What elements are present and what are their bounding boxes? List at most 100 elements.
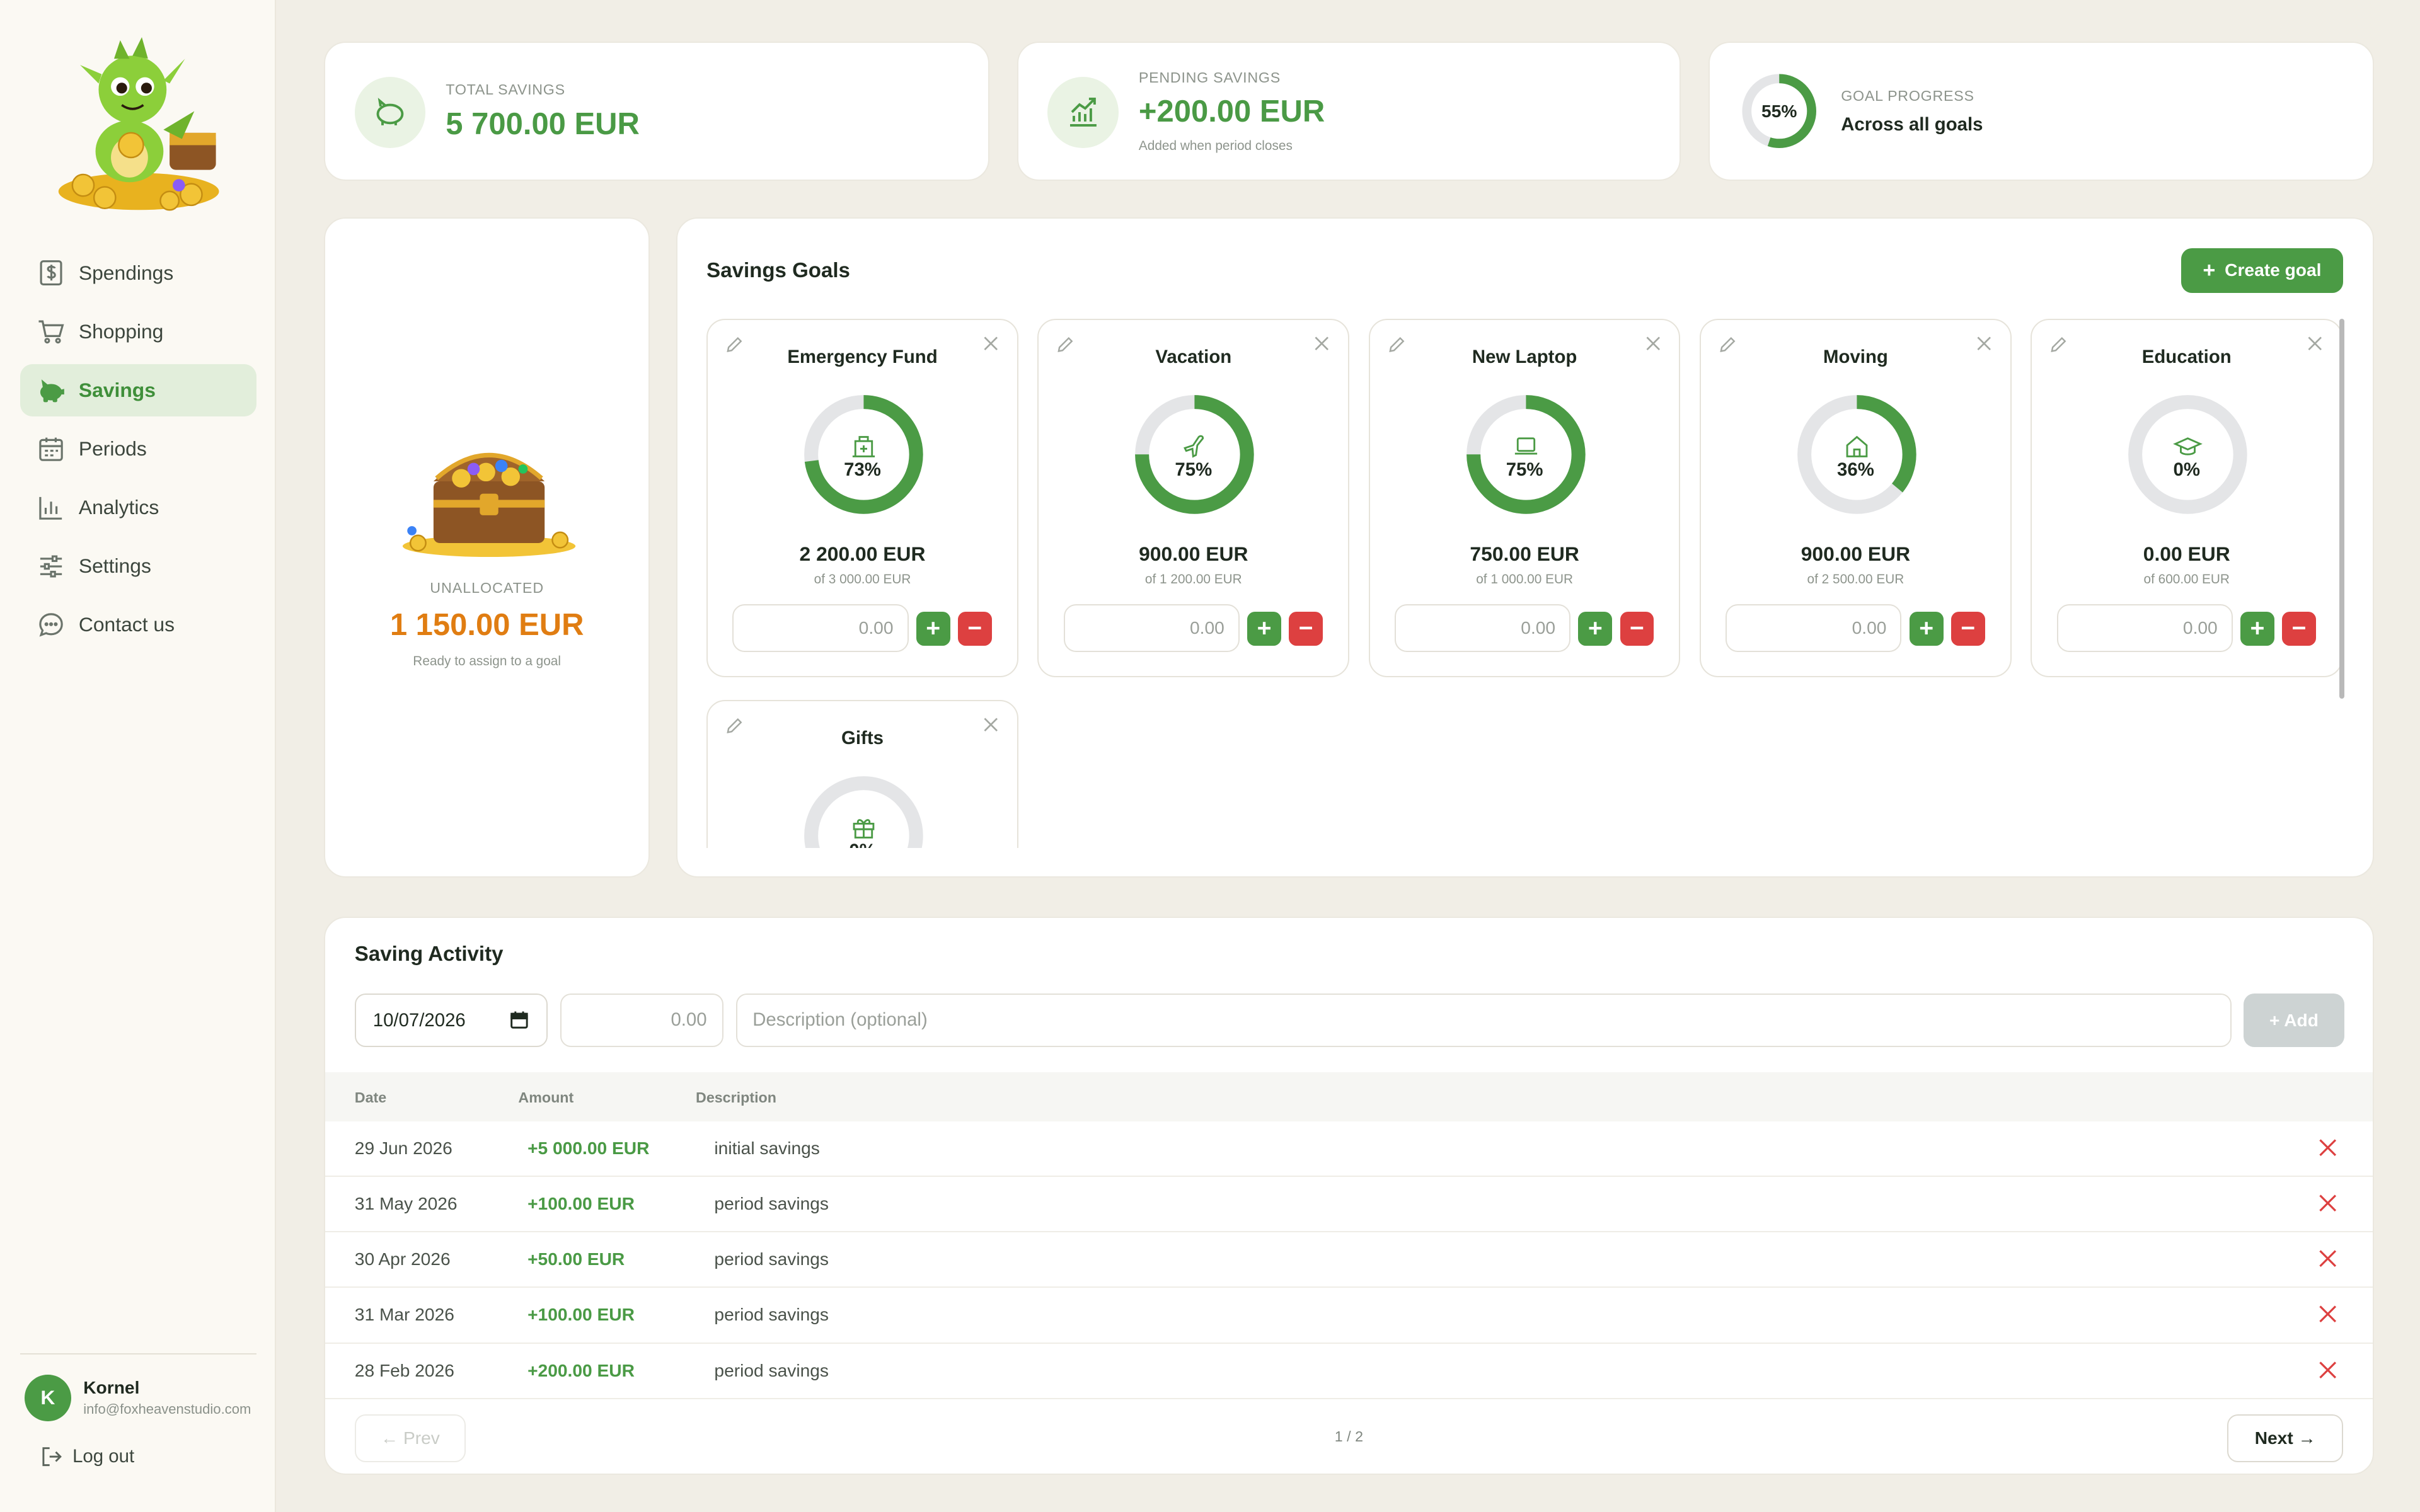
goal-amount-input[interactable]: 0.00 (1063, 604, 1240, 652)
delete-icon[interactable] (2319, 1361, 2337, 1379)
savings-goals-card: Savings Goals + Create goal Emergency Fu… (676, 217, 2374, 878)
sliders-icon (40, 555, 62, 578)
goal-progress-percent: 55% (1761, 101, 1797, 122)
sidebar-item-label: Periods (78, 437, 147, 461)
piggy-bank-icon (40, 379, 64, 402)
unallocated-value: 1 150.00 EUR (389, 608, 584, 643)
sidebar-item-contact-us[interactable]: Contact us (20, 598, 256, 651)
goal-remove-button[interactable]: − (1620, 612, 1654, 646)
column-header-amount: Amount (518, 1089, 574, 1106)
goal-card: New Laptop 75% 750.00 EUR of 1 000.00 EU… (1368, 319, 1681, 677)
delete-icon[interactable] (2319, 1305, 2337, 1323)
sidebar-item-savings[interactable]: Savings (20, 364, 256, 417)
goal-remove-button[interactable]: − (2282, 612, 2317, 646)
dollar-icon (40, 260, 62, 286)
goal-amount-input[interactable]: 0.00 (732, 604, 909, 652)
dragon-mascot-logo (59, 37, 219, 211)
goal-remove-button[interactable]: − (957, 612, 992, 646)
goal-add-button[interactable]: + (1909, 612, 1944, 646)
create-goal-button[interactable]: + Create goal (2181, 248, 2344, 293)
delete-icon[interactable] (2319, 1249, 2337, 1268)
goal-amount-input[interactable]: 0.00 (2056, 604, 2233, 652)
table-row: 28 Feb 2026 +200.00 EUR period savings (325, 1344, 2373, 1399)
add-saving-button[interactable]: + Add (2244, 993, 2344, 1048)
goal-remove-button[interactable]: − (1950, 612, 1985, 646)
goal-add-button[interactable]: + (916, 612, 950, 646)
sidebar-item-analytics[interactable]: Analytics (20, 481, 256, 534)
delete-icon[interactable] (2319, 1194, 2337, 1212)
gift-icon (853, 819, 875, 839)
first-aid-icon (852, 436, 875, 458)
row-date: 31 Mar 2026 (354, 1305, 454, 1325)
goal-name: New Laptop (1472, 346, 1577, 368)
logout-icon (42, 1446, 62, 1466)
goal-add-button[interactable]: + (2240, 612, 2274, 646)
unallocated-note: Ready to assign to a goal (413, 653, 561, 668)
total-savings-value: 5 700.00 EUR (446, 106, 640, 141)
calendar-icon (39, 437, 63, 461)
column-header-description: Description (696, 1089, 776, 1106)
sidebar-item-periods[interactable]: Periods (20, 423, 256, 475)
goal-amount-input[interactable]: 0.00 (1726, 604, 1902, 652)
saving-activity-title: Saving Activity (354, 942, 504, 966)
plus-icon: + (1587, 615, 1603, 643)
avatar: K (25, 1375, 71, 1421)
sidebar-item-shopping[interactable]: Shopping (20, 306, 256, 358)
minus-icon: − (1298, 615, 1313, 643)
create-goal-label: Create goal (2225, 260, 2322, 280)
pending-savings-card: Pending savings +200.00 EUR Added when p… (1017, 42, 1681, 181)
logout-button[interactable]: Log out (40, 1446, 134, 1467)
activity-table-header: Date Amount Description (325, 1072, 2373, 1121)
cart-icon (38, 320, 64, 344)
sidebar-item-settings[interactable]: Settings (20, 540, 256, 592)
total-savings-icon-badge (354, 76, 426, 148)
goal-percent: 0% (708, 840, 1017, 849)
goal-amount-input[interactable]: 0.00 (1394, 604, 1571, 652)
user-profile[interactable]: K Kornel info@foxheavenstudio.com (25, 1375, 251, 1421)
sidebar-item-label: Settings (78, 554, 151, 578)
description-input[interactable]: Description (optional) (735, 993, 2232, 1048)
goal-target: of 1 200.00 EUR (1144, 571, 1242, 587)
pending-savings-value: +200.00 EUR (1138, 94, 1325, 129)
amount-input[interactable]: 0.00 (560, 993, 724, 1048)
goals-scrollbar[interactable] (2339, 319, 2344, 699)
goal-add-button[interactable]: + (1578, 612, 1613, 646)
goal-name: Gifts (841, 727, 884, 748)
delete-icon[interactable] (2319, 1138, 2337, 1157)
sidebar-divider (20, 1353, 256, 1355)
minus-icon: − (2291, 615, 2307, 643)
row-description: period savings (714, 1194, 829, 1214)
goal-remove-button[interactable]: − (1289, 612, 1323, 646)
goal-card: Emergency Fund 73% 2 200.00 EUR of 3 000… (706, 319, 1018, 677)
goal-card: Gifts 0% + − (706, 700, 1018, 849)
goal-add-button[interactable]: + (1247, 612, 1281, 646)
sidebar-item-label: Shopping (78, 320, 164, 343)
plane-icon (1184, 435, 1204, 458)
table-row: 29 Jun 2026 +5 000.00 EUR initial saving… (325, 1121, 2373, 1177)
row-amount: +200.00 EUR (527, 1360, 635, 1380)
goal-target: of 600.00 EUR (2143, 571, 2230, 587)
goal-name: Education (2141, 346, 2232, 368)
row-date: 28 Feb 2026 (354, 1360, 454, 1380)
sidebar-item-label: Savings (78, 379, 156, 402)
sidebar-item-spendings[interactable]: Spendings (20, 247, 256, 299)
row-description: initial savings (714, 1138, 820, 1158)
table-row: 30 Apr 2026 +50.00 EUR period savings (325, 1232, 2373, 1288)
goal-amount: 0.00 EUR (2143, 542, 2230, 566)
trend-up-icon (1069, 98, 1097, 127)
row-amount: +100.00 EUR (527, 1305, 635, 1325)
calendar-icon[interactable] (509, 1010, 529, 1030)
goal-amount: 900.00 EUR (1139, 542, 1248, 566)
unallocated-card: UNALLOCATED 1 150.00 EUR Ready to assign… (324, 217, 650, 878)
goal-amount: 750.00 EUR (1470, 542, 1579, 566)
goal-name: Vacation (1155, 346, 1232, 368)
goal-progress-card: 55% Goal progress Across all goals (1708, 42, 2374, 181)
sidebar-item-label: Contact us (78, 613, 175, 636)
home-icon (1846, 435, 1868, 458)
piggy-bank-icon (376, 98, 404, 126)
goal-percent: 0% (2173, 459, 2200, 480)
date-input[interactable]: 10/07/2026 (354, 993, 548, 1048)
row-amount: +5 000.00 EUR (527, 1138, 650, 1158)
saving-activity-card: Saving Activity 10/07/2026 0.00 Descript… (324, 916, 2374, 1475)
next-page-button[interactable]: Next → (2227, 1414, 2344, 1463)
